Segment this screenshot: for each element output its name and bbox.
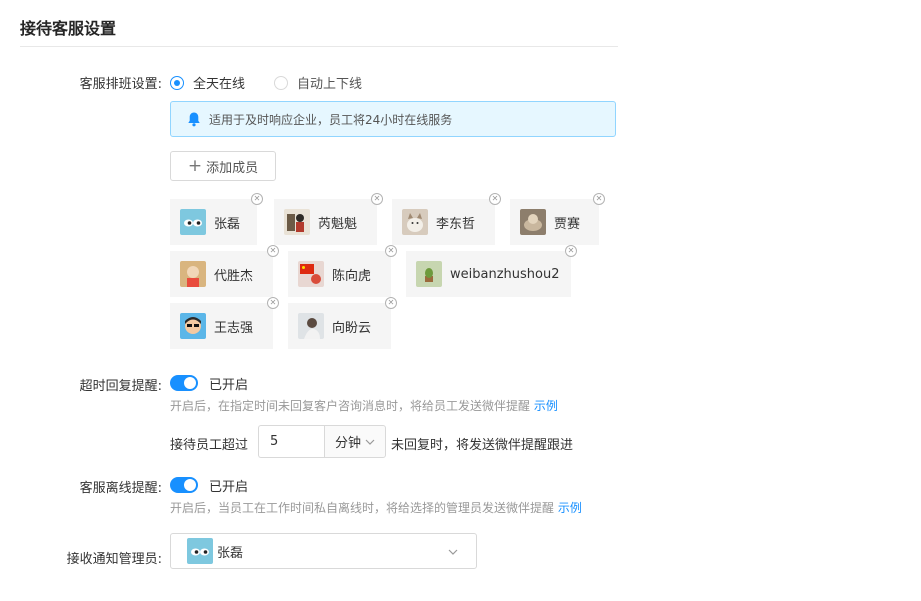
offline-reminder-toggle[interactable] [170, 477, 198, 493]
remove-member-icon[interactable]: ✕ [385, 245, 397, 257]
radio-auto-online[interactable]: 自动上下线 [274, 73, 362, 92]
remove-member-icon[interactable]: ✕ [371, 193, 383, 205]
member-name: 代胜杰 [214, 268, 254, 284]
avatar [402, 209, 428, 235]
member-chip: 李东哲 ✕ [392, 193, 501, 245]
avatar [180, 209, 206, 235]
remove-member-icon[interactable]: ✕ [385, 297, 397, 309]
member-chip: weibanzhushou2 ✕ [406, 245, 577, 297]
notify-admin-label: 接收通知管理员: [66, 552, 162, 567]
avatar [180, 261, 206, 287]
avatar [298, 261, 324, 287]
member-chip: 代胜杰 ✕ [170, 245, 279, 297]
member-name: 陈向虎 [332, 268, 372, 284]
timeout-unit-value: 分钟 [334, 436, 361, 451]
schedule-label: 客服排班设置: [79, 77, 162, 92]
radio-unchecked-icon [274, 75, 288, 90]
member-chip: 向盼云 ✕ [288, 297, 397, 349]
avatar [520, 209, 546, 235]
remove-member-icon[interactable]: ✕ [489, 193, 501, 205]
chevron-down-icon [365, 439, 375, 445]
notify-admin-select[interactable]: 张磊 [170, 533, 477, 569]
offline-toggle-status: 已开启 [209, 480, 249, 495]
member-chip: 芮魁魁 ✕ [274, 193, 383, 245]
bell-icon [188, 112, 200, 127]
info-text: 适用于及时响应企业，员工将24小时在线服务 [209, 112, 453, 127]
avatar [416, 261, 442, 287]
radio-label: 自动上下线 [297, 77, 363, 92]
timeout-prefix: 接待员工超过 [170, 438, 249, 453]
remove-member-icon[interactable]: ✕ [251, 193, 263, 205]
radio-checked-icon [170, 75, 184, 90]
timeout-reminder-toggle[interactable] [170, 375, 198, 391]
add-member-label: 添加成员 [206, 160, 259, 176]
member-chip: 王志强 ✕ [170, 297, 279, 349]
chevron-down-icon [448, 549, 458, 555]
title-divider [20, 46, 618, 47]
member-chip: 贾赛 ✕ [510, 193, 605, 245]
timeout-reminder-label: 超时回复提醒: [79, 379, 162, 394]
member-name: 王志强 [214, 320, 254, 336]
member-name: weibanzhushou2 [450, 266, 560, 282]
timeout-example-link[interactable]: 示例 [534, 399, 558, 413]
offline-hint: 开启后，当员工在工作时间私自离线时，将给选择的管理员发送微伴提醒 示例 [170, 499, 582, 516]
notify-admin-value: 张磊 [217, 545, 244, 561]
avatar [284, 209, 310, 235]
member-name: 李东哲 [436, 216, 476, 232]
timeout-hint-text: 开启后，在指定时间未回复客户咨询消息时，将给员工发送微伴提醒 [170, 399, 531, 413]
timeout-toggle-status: 已开启 [209, 378, 249, 393]
remove-member-icon[interactable]: ✕ [267, 297, 279, 309]
timeout-hint: 开启后，在指定时间未回复客户咨询消息时，将给员工发送微伴提醒 示例 [170, 397, 558, 414]
timeout-unit-select[interactable]: 分钟 [324, 425, 386, 458]
avatar [180, 313, 206, 339]
radio-label: 全天在线 [193, 77, 246, 92]
member-name: 贾赛 [554, 216, 581, 232]
remove-member-icon[interactable]: ✕ [593, 193, 605, 205]
avatar [187, 538, 213, 564]
plus-icon: + [187, 155, 203, 176]
remove-member-icon[interactable]: ✕ [565, 245, 577, 257]
timeout-minutes-input[interactable]: 5 [258, 425, 324, 458]
member-chip: 陈向虎 ✕ [288, 245, 397, 297]
member-name: 向盼云 [332, 320, 372, 336]
timeout-suffix: 未回复时，将发送微伴提醒跟进 [391, 438, 574, 453]
member-chip: 张磊 ✕ [170, 193, 263, 245]
offline-reminder-label: 客服离线提醒: [79, 481, 162, 496]
avatar [298, 313, 324, 339]
member-name: 芮魁魁 [318, 216, 358, 232]
offline-hint-text: 开启后，当员工在工作时间私自离线时，将给选择的管理员发送微伴提醒 [170, 501, 555, 515]
offline-example-link[interactable]: 示例 [558, 501, 582, 515]
radio-all-day-online[interactable]: 全天在线 [170, 73, 245, 92]
info-banner: 适用于及时响应企业，员工将24小时在线服务 [170, 101, 616, 137]
member-name: 张磊 [214, 216, 241, 232]
page-title: 接待客服设置 [20, 19, 117, 38]
add-member-button[interactable]: + 添加成员 [170, 151, 276, 181]
remove-member-icon[interactable]: ✕ [267, 245, 279, 257]
